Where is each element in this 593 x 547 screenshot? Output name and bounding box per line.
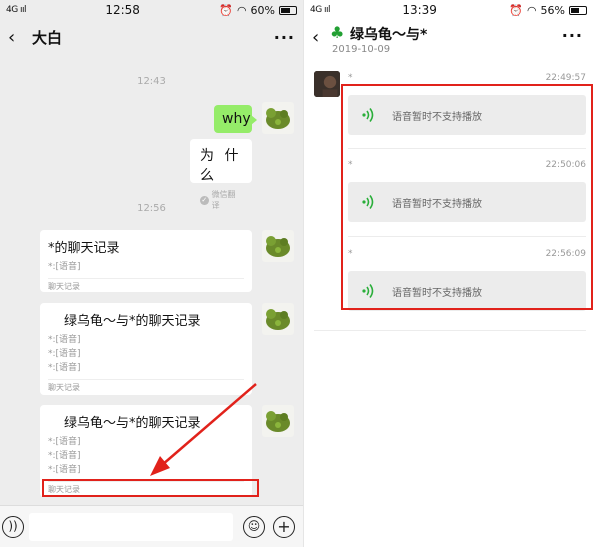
status-time: 12:58 bbox=[105, 3, 140, 17]
input-bar: )) ☺ + bbox=[0, 505, 303, 547]
record-line: *:[语音] bbox=[48, 437, 81, 447]
record-line: *:[语音] bbox=[48, 465, 81, 475]
avatar[interactable] bbox=[262, 230, 294, 262]
message-bubble-sent[interactable]: why bbox=[214, 105, 257, 133]
detail-header: ‹ ♣ 绿乌龟～与* 2019-10-09 ··· bbox=[304, 20, 593, 60]
more-icon[interactable]: ··· bbox=[274, 28, 295, 47]
highlight-box bbox=[341, 84, 593, 310]
record-line: *:[语音] bbox=[48, 363, 81, 373]
message-sender: * bbox=[348, 73, 353, 83]
status-time: 13:39 bbox=[402, 3, 437, 17]
avatar[interactable] bbox=[314, 71, 340, 97]
record-footer: 聊天记录 bbox=[48, 379, 244, 396]
chat-record-card[interactable]: *的聊天记录 *:[语音] 聊天记录 bbox=[40, 230, 252, 292]
battery-percent: 56% bbox=[540, 3, 565, 17]
avatar[interactable] bbox=[262, 405, 294, 437]
chat-screen: 4G ııl 12:58 ⏰ ◠ 60% ‹ 大白 ··· 12:43 why … bbox=[0, 0, 303, 547]
plus-icon[interactable]: + bbox=[273, 516, 295, 538]
status-bar: 4G ııl 13:39 ⏰ ◠ 56% bbox=[304, 0, 593, 20]
record-title: *的聊天记录 bbox=[48, 241, 120, 256]
message-time: 22:49:57 bbox=[545, 73, 586, 83]
signal-icon: 4G ııl bbox=[6, 5, 27, 15]
translation-text: 为 什 么 bbox=[200, 148, 242, 184]
detail-date: 2019-10-09 bbox=[332, 44, 391, 55]
record-line: *:[语音] bbox=[48, 335, 81, 345]
voice-toggle-icon[interactable]: )) bbox=[2, 516, 24, 538]
divider bbox=[314, 330, 586, 331]
avatar[interactable] bbox=[262, 102, 294, 134]
avatar[interactable] bbox=[262, 303, 294, 335]
record-line: *:[语音] bbox=[48, 451, 81, 461]
alarm-icon: ⏰ bbox=[509, 3, 523, 17]
record-title: 绿乌龟～与*的聊天记录 bbox=[64, 416, 201, 431]
alarm-icon: ⏰ bbox=[219, 3, 233, 17]
chat-header: ‹ 大白 ··· bbox=[0, 20, 303, 54]
time-divider: 12:43 bbox=[137, 76, 166, 87]
chat-record-detail-screen: 4G ııl 13:39 ⏰ ◠ 56% ‹ ♣ 绿乌龟～与* 2019-10-… bbox=[303, 0, 593, 547]
back-icon[interactable]: ‹ bbox=[312, 27, 319, 48]
battery-icon bbox=[279, 5, 297, 15]
chat-record-card[interactable]: 绿乌龟～与*的聊天记录 *:[语音] *:[语音] *:[语音] 聊天记录 bbox=[40, 303, 252, 395]
emoji-icon[interactable]: ☺ bbox=[243, 516, 265, 538]
wifi-icon: ◠ bbox=[526, 3, 537, 17]
battery-percent: 60% bbox=[250, 3, 275, 17]
status-bar: 4G ııl 12:58 ⏰ ◠ 60% bbox=[0, 0, 303, 20]
detail-title: 绿乌龟～与* bbox=[350, 27, 428, 43]
back-icon[interactable]: ‹ bbox=[8, 27, 24, 48]
more-icon[interactable]: ··· bbox=[562, 26, 583, 45]
wifi-icon: ◠ bbox=[236, 3, 247, 17]
highlight-box bbox=[42, 479, 259, 497]
signal-icon: 4G ııl bbox=[310, 5, 331, 15]
record-line: *:[语音] bbox=[48, 262, 81, 272]
translation-bubble[interactable]: 为 什 么 ✓ 微信翻译 bbox=[190, 139, 252, 210]
record-line: *:[语音] bbox=[48, 349, 81, 359]
message-input[interactable] bbox=[29, 513, 233, 541]
record-title: 绿乌龟～与*的聊天记录 bbox=[64, 314, 201, 329]
record-footer: 聊天记录 bbox=[48, 278, 244, 295]
time-divider: 12:56 bbox=[137, 203, 166, 214]
chat-title: 大白 bbox=[32, 28, 63, 47]
battery-icon bbox=[569, 5, 587, 15]
clover-icon: ♣ bbox=[330, 23, 345, 42]
